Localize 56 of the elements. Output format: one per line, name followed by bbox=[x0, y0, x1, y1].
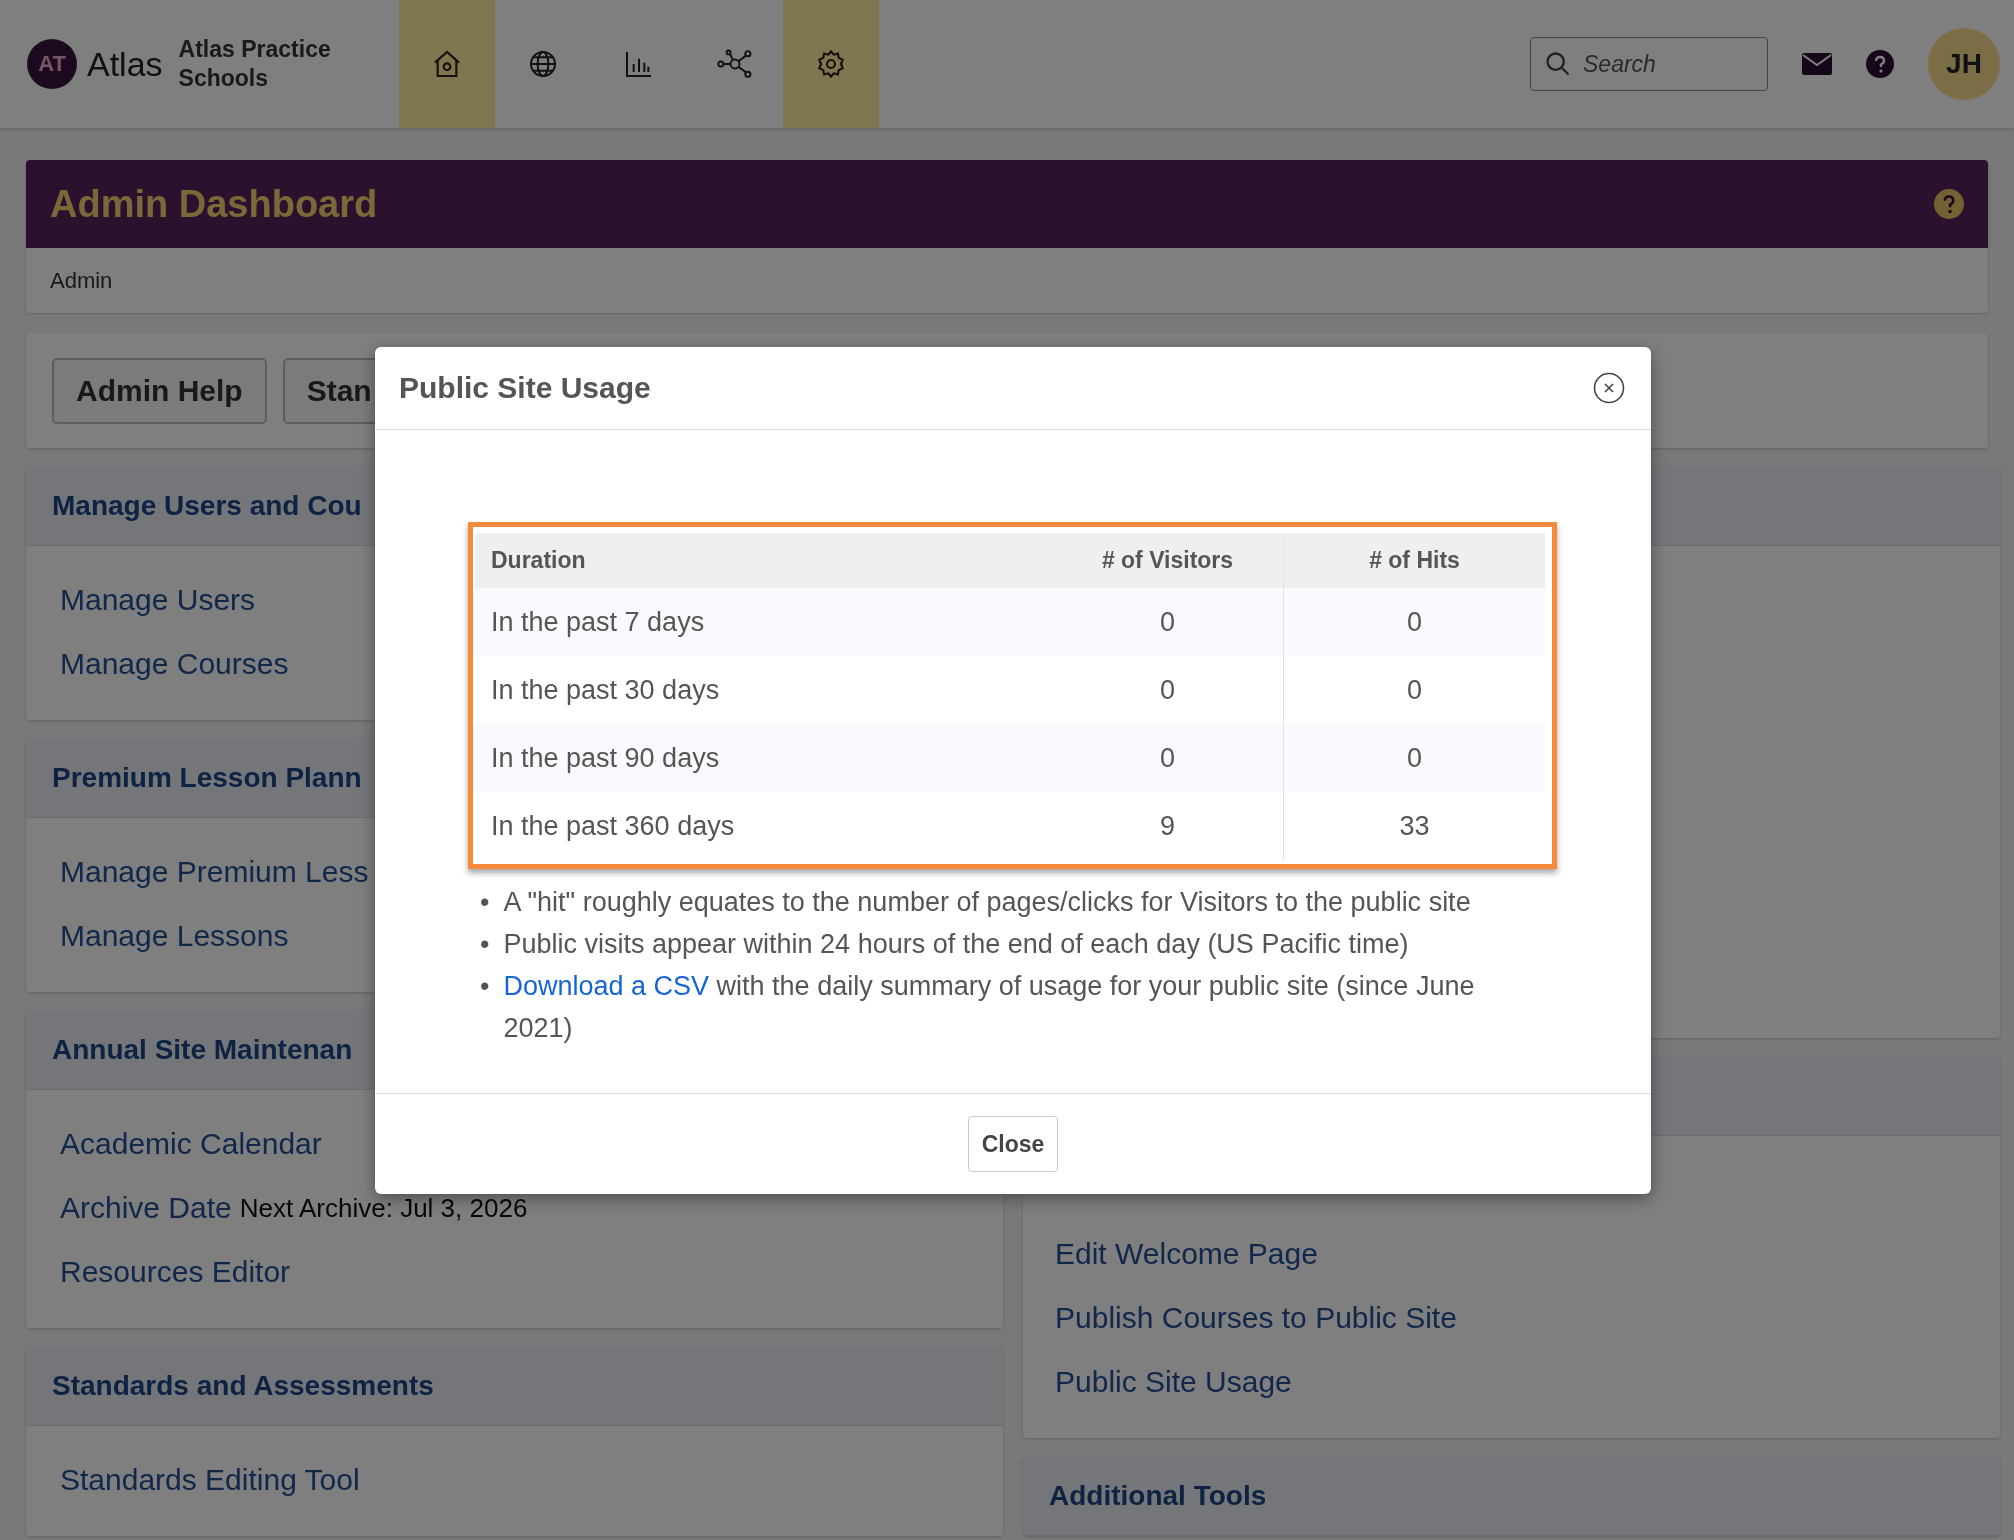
user-avatar[interactable]: JH bbox=[1928, 28, 2000, 100]
modal-title: Public Site Usage bbox=[399, 371, 651, 405]
panel-link[interactable]: Manage Premium Less bbox=[60, 855, 369, 889]
close-button[interactable]: Close bbox=[967, 1116, 1059, 1172]
table-cell: In the past 7 days bbox=[475, 588, 1052, 656]
panel-link[interactable]: Standards Editing Tool bbox=[60, 1463, 360, 1497]
help-icon[interactable] bbox=[1934, 189, 1964, 219]
network-icon bbox=[717, 48, 753, 80]
logo-badge: AT bbox=[27, 39, 77, 89]
mail-icon[interactable] bbox=[1802, 53, 1832, 75]
table-cell: 0 bbox=[1052, 656, 1284, 724]
panel-link[interactable]: Academic Calendar bbox=[60, 1127, 322, 1161]
panel-link[interactable]: Edit Welcome Page bbox=[1055, 1237, 1318, 1271]
column-header: Duration bbox=[475, 533, 1052, 588]
table-cell: 0 bbox=[1052, 588, 1284, 656]
table-cell: 0 bbox=[1283, 724, 1545, 792]
page-title: Admin Dashboard bbox=[50, 182, 378, 226]
panel-title: Standards and Assessments bbox=[52, 1369, 434, 1402]
panel-link[interactable]: Public Site Usage bbox=[1055, 1365, 1292, 1399]
brand-name: Atlas bbox=[87, 44, 163, 84]
panel-link[interactable]: Archive Date bbox=[60, 1191, 232, 1225]
panel-link[interactable]: Resources Editor bbox=[60, 1255, 291, 1289]
panel-title: Manage Users and Cou bbox=[52, 489, 362, 522]
close-icon[interactable] bbox=[1593, 372, 1625, 404]
organization-name: Atlas Practice Schools bbox=[178, 35, 332, 93]
panel-title: Premium Lesson Plann bbox=[52, 761, 362, 794]
help-icon[interactable] bbox=[1866, 50, 1894, 78]
breadcrumb[interactable]: Admin bbox=[50, 267, 113, 294]
table-cell: In the past 30 days bbox=[475, 656, 1052, 724]
panel-link[interactable]: Manage Users bbox=[60, 583, 256, 617]
table-cell: In the past 90 days bbox=[475, 724, 1052, 792]
table-cell: 33 bbox=[1283, 792, 1545, 860]
table-cell: 0 bbox=[1283, 588, 1545, 656]
note-text: Public visits appear within 24 hours of the end of each day (US Pacific time) bbox=[503, 928, 1409, 961]
bullet: • bbox=[480, 886, 490, 919]
panel-title: Annual Site Maintenan bbox=[52, 1033, 353, 1066]
table-cell: 0 bbox=[1052, 724, 1284, 792]
search-field[interactable]: Search bbox=[1530, 37, 1768, 91]
settings-icon bbox=[815, 48, 847, 80]
column-header: # of Hits bbox=[1283, 533, 1545, 588]
nav-tab[interactable] bbox=[783, 0, 879, 128]
panel-title: Additional Tools bbox=[1049, 1479, 1267, 1512]
globe-icon bbox=[527, 48, 559, 80]
bullet: • bbox=[480, 928, 490, 961]
table-cell: 9 bbox=[1052, 792, 1284, 860]
panel-link[interactable]: Publish Courses to Public Site bbox=[1055, 1301, 1457, 1335]
bullet: • bbox=[480, 970, 490, 1003]
column-header: # of Visitors bbox=[1052, 533, 1284, 588]
admin-button[interactable]: Admin Help bbox=[52, 357, 267, 424]
archive-note: Next Archive: Jul 3, 2026 bbox=[239, 1192, 528, 1224]
note-text: A "hit" roughly equates to the number of pages/clicks for Visitors to the public site bbox=[503, 886, 1471, 919]
panel-link[interactable]: Manage Lessons bbox=[60, 919, 289, 953]
panel-link[interactable]: Manage Courses bbox=[60, 647, 289, 681]
note-text: Download a CSV with the daily summary of usage for your public site (since June 2021) bbox=[503, 970, 1476, 1045]
download-link[interactable]: Download a CSV bbox=[503, 971, 710, 1001]
table-cell: In the past 360 days bbox=[475, 792, 1052, 860]
